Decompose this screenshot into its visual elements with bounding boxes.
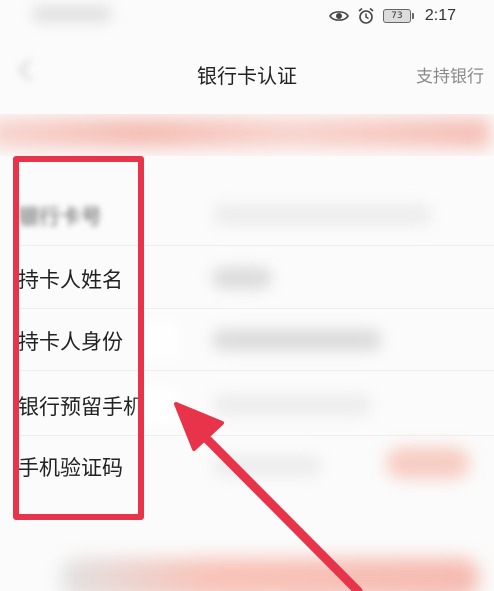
status-icons: 73 2:17 (328, 6, 456, 26)
status-time: 2:17 (424, 7, 456, 24)
header: 银行卡认证 支持银行 (0, 48, 494, 100)
screen: 73 2:17 银行卡认证 支持银行 银行卡号 持卡人姓名 持卡人身份 银行预留… (0, 0, 494, 591)
status-bar: 73 2:17 (0, 0, 494, 34)
send-code-button[interactable] (386, 447, 470, 479)
alarm-icon (357, 7, 375, 25)
label-fade (140, 321, 180, 361)
battery-icon: 73 (382, 9, 414, 23)
carrier-info (32, 6, 112, 22)
card-number-input[interactable] (212, 204, 432, 226)
submit-button[interactable] (60, 558, 480, 591)
verification-code-input[interactable] (212, 455, 322, 477)
reserved-phone-input[interactable] (212, 394, 372, 416)
eye-icon (328, 9, 349, 23)
notice-background (0, 118, 490, 148)
label-fade (140, 386, 180, 426)
cardholder-name-input[interactable] (212, 267, 272, 289)
notice-banner (0, 114, 494, 156)
support-banks-link[interactable]: 支持银行 (416, 62, 484, 87)
battery-level: 73 (391, 10, 403, 21)
annotation-highlight-box (13, 156, 144, 520)
cardholder-id-input[interactable] (212, 329, 382, 351)
